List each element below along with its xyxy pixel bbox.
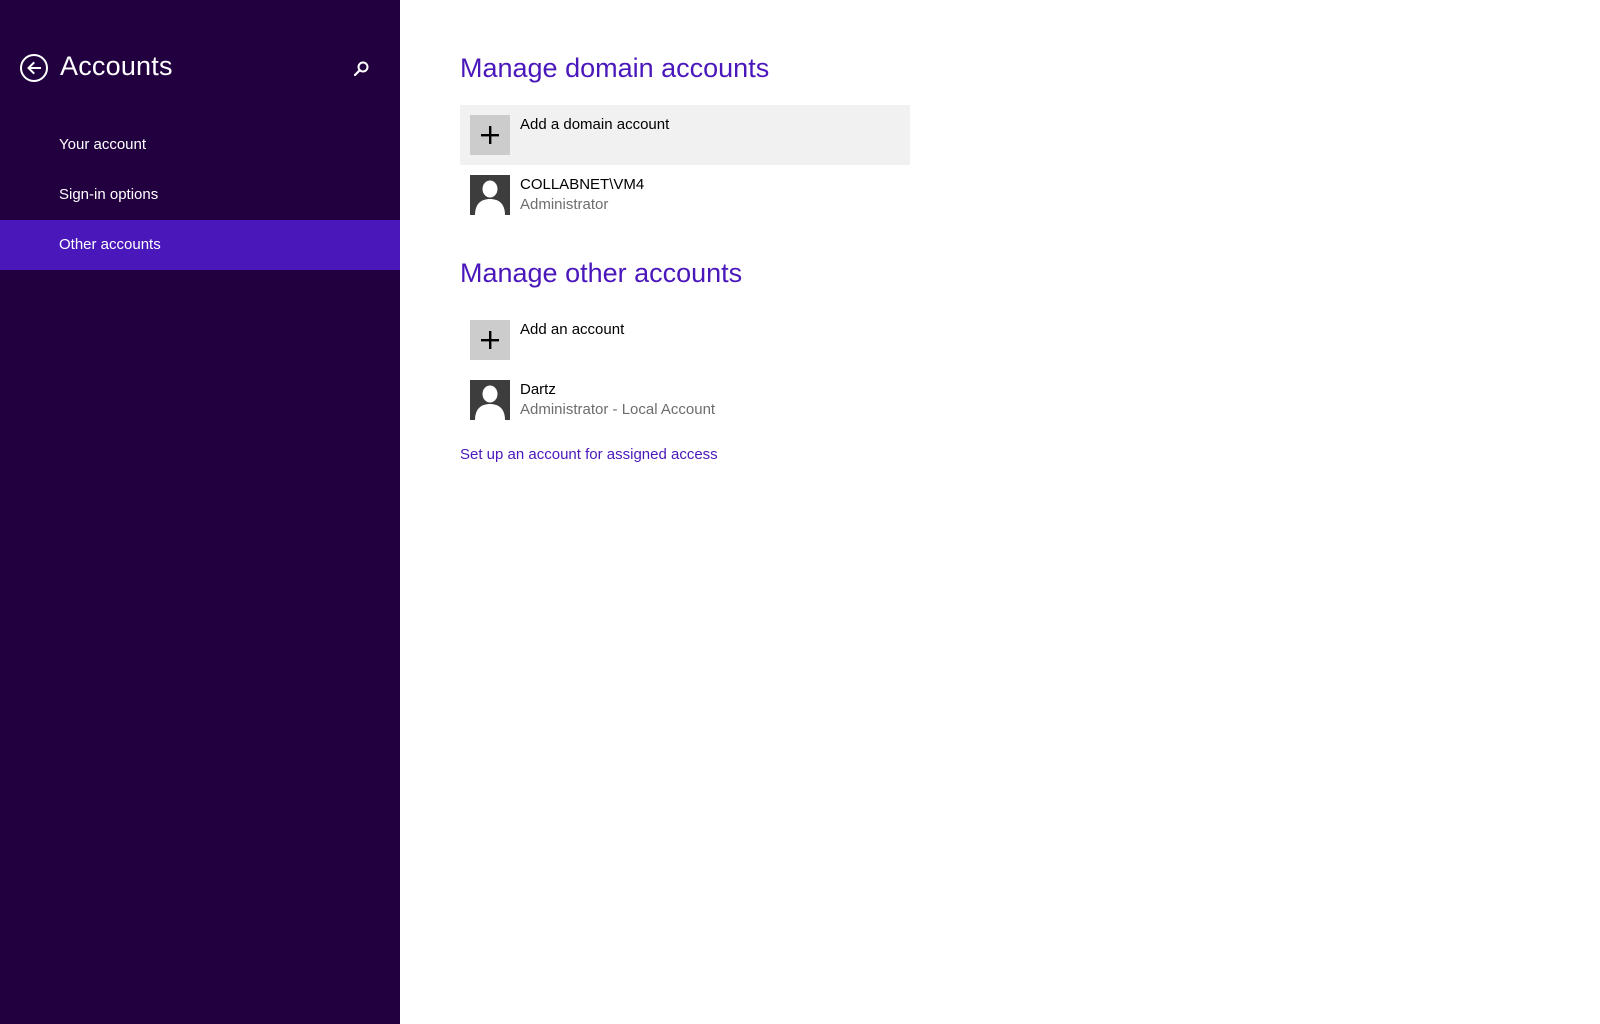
user-silhouette-icon (475, 385, 505, 420)
add-tile (470, 115, 510, 155)
other-section-title: Manage other accounts (460, 258, 743, 288)
add-domain-account-button[interactable]: Add a domain account (460, 105, 910, 165)
sidebar-nav: Your account Sign-in options Other accou… (0, 120, 400, 270)
sidebar-header: Accounts (20, 51, 380, 88)
back-button[interactable] (20, 54, 48, 82)
account-name: Dartz (520, 381, 556, 398)
account-role: Administrator (520, 196, 609, 213)
sidebar: Accounts Your account Sign-in options Ot… (0, 0, 400, 1024)
page-title: Accounts (60, 51, 173, 81)
sidebar-item-sign-in-options[interactable]: Sign-in options (0, 170, 400, 220)
sidebar-item-label: Sign-in options (59, 186, 159, 203)
add-tile (470, 320, 510, 360)
add-account-label: Add an account (520, 321, 625, 338)
add-domain-account-label: Add a domain account (520, 116, 670, 133)
sidebar-item-label: Other accounts (59, 236, 161, 253)
account-item-collabnet-vm4[interactable]: COLLABNET\VM4 Administrator (460, 165, 910, 225)
domain-section-title: Manage domain accounts (460, 53, 770, 83)
pc-settings-window: Accounts Your account Sign-in options Ot… (0, 0, 1600, 1024)
user-avatar-icon (470, 175, 510, 215)
sidebar-item-label: Your account (59, 136, 147, 153)
sidebar-item-other-accounts[interactable]: Other accounts (0, 220, 400, 270)
plus-icon (481, 126, 499, 144)
plus-icon (481, 331, 499, 349)
add-account-button[interactable]: Add an account (460, 310, 910, 370)
account-item-dartz[interactable]: Dartz Administrator - Local Account (460, 370, 910, 430)
assigned-access-link[interactable]: Set up an account for assigned access (460, 446, 718, 463)
account-role: Administrator - Local Account (520, 401, 716, 418)
back-arrow-icon (27, 61, 41, 75)
search-button[interactable] (352, 60, 370, 78)
account-name: COLLABNET\VM4 (520, 176, 645, 193)
sidebar-item-your-account[interactable]: Your account (0, 120, 400, 170)
user-avatar-icon (470, 380, 510, 420)
search-icon (353, 61, 369, 77)
user-silhouette-icon (475, 180, 505, 215)
